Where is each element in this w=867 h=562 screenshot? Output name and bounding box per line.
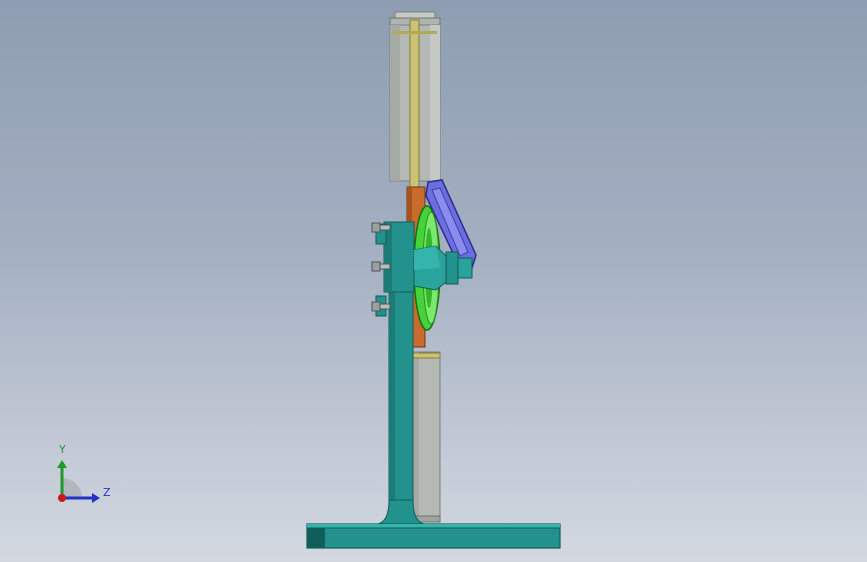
triad-z-label: Z [103, 486, 111, 499]
base-plate[interactable] [306, 523, 561, 549]
lower-cylinder[interactable] [412, 351, 441, 523]
triad-y-label: Y [59, 443, 66, 456]
x-axis-icon [58, 494, 66, 502]
model-side-view[interactable] [0, 0, 867, 562]
graphics-viewport[interactable]: Y Z [0, 0, 867, 562]
